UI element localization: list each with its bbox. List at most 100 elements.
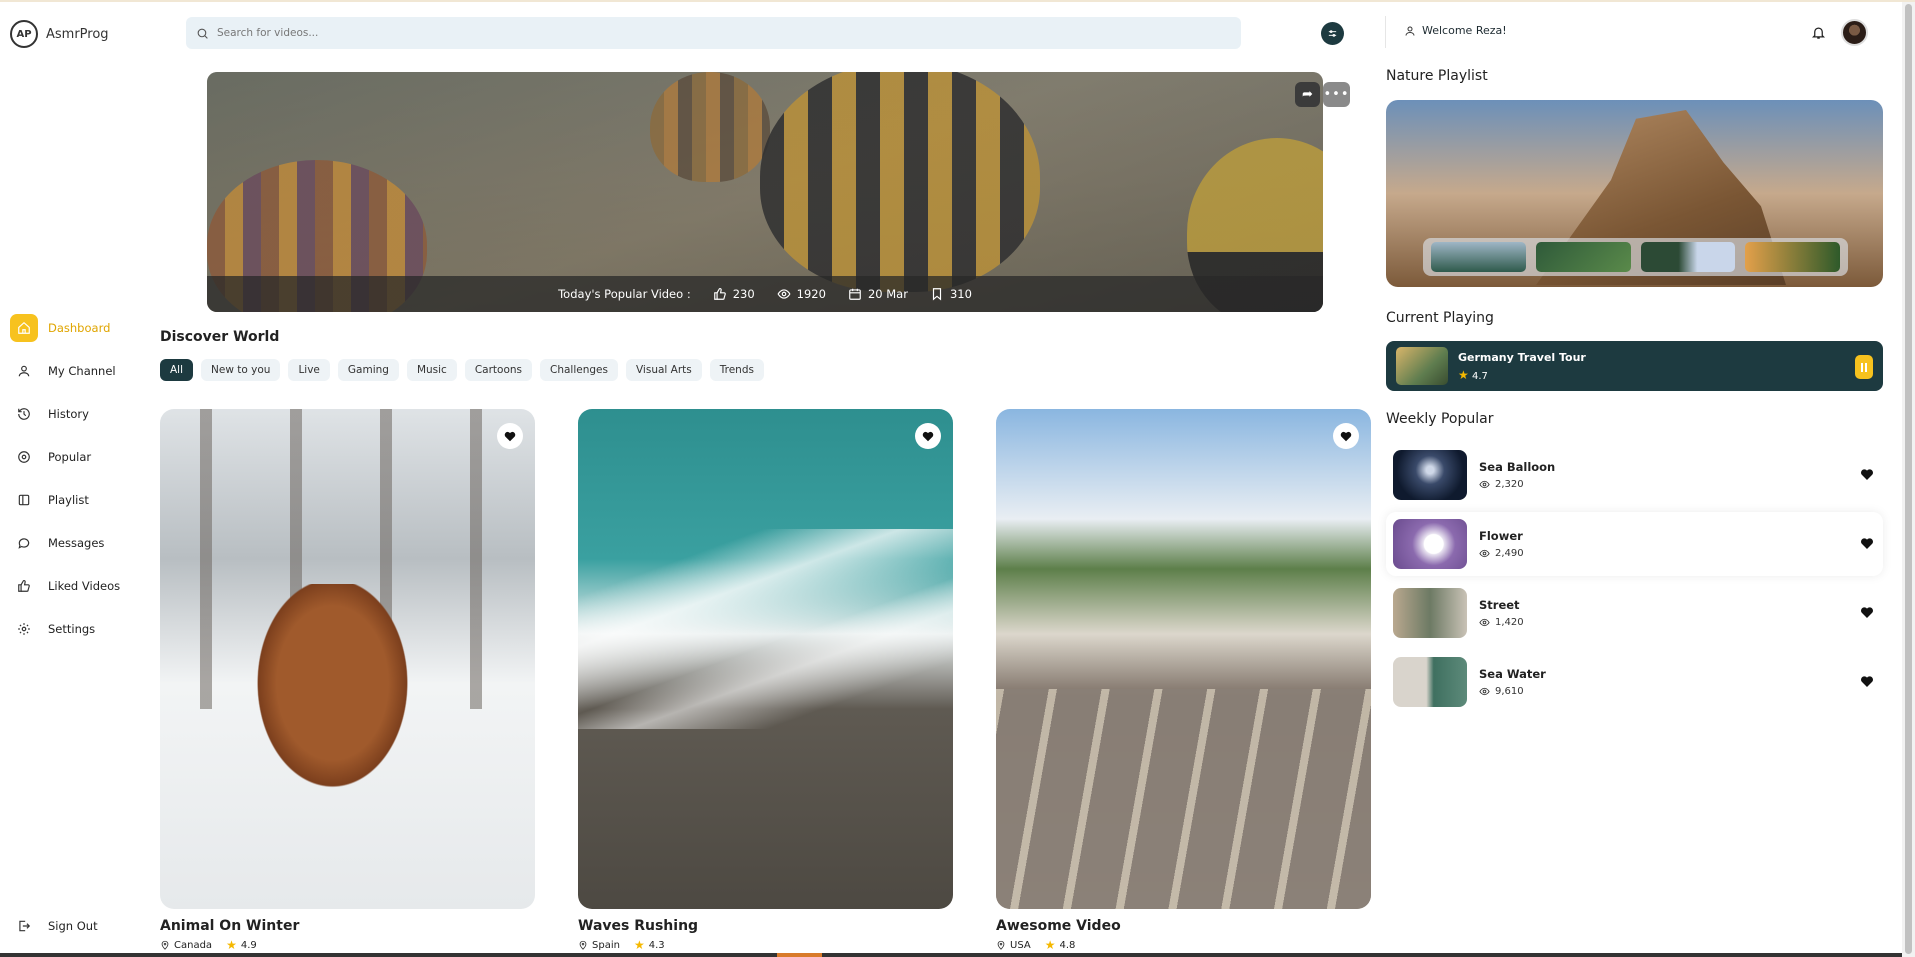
weekly-thumbnail [1393, 657, 1467, 707]
saves-stat[interactable]: 310 [930, 287, 972, 301]
video-card[interactable]: Animal On Winter Canada ★ 4.9 [160, 409, 535, 952]
favorite-button[interactable] [1333, 423, 1359, 449]
rating: ★ 4.3 [634, 938, 665, 952]
sidebar-item-label: My Channel [48, 364, 116, 378]
weekly-item[interactable]: Sea Balloon 2,320 [1386, 443, 1883, 507]
search-icon [197, 28, 208, 39]
rating: ★ 4.9 [226, 938, 257, 952]
sidebar-item-dashboard[interactable]: Dashboard [10, 312, 140, 344]
chip-new-to-you[interactable]: New to you [201, 359, 281, 381]
weekly-info: Flower 2,490 [1479, 529, 1524, 559]
chip-gaming[interactable]: Gaming [337, 359, 399, 381]
sidebar-item-history[interactable]: History [10, 398, 140, 430]
weekly-item[interactable]: Flower 2,490 [1386, 512, 1883, 576]
weekly-title: Sea Balloon [1479, 460, 1556, 474]
chip-trends[interactable]: Trends [709, 359, 764, 381]
sidebar-item-label: History [48, 407, 89, 421]
app-logo[interactable]: AP AsmrProg [10, 20, 109, 48]
video-thumbnail[interactable] [996, 409, 1371, 909]
sidebar-item-popular[interactable]: Popular [10, 441, 140, 473]
chip-cartoons[interactable]: Cartoons [464, 359, 533, 381]
pause-button[interactable] [1855, 355, 1873, 379]
sidebar-item-playlist[interactable]: Playlist [10, 484, 140, 516]
chip-all[interactable]: All [160, 359, 194, 381]
favorite-button[interactable] [1859, 673, 1875, 689]
popular-video-banner[interactable]: Today's Popular Video : 230 1920 20 Mar … [207, 72, 1323, 312]
sign-out-label: Sign Out [48, 919, 98, 933]
balloon-image [760, 72, 1040, 292]
sign-out-button[interactable]: Sign Out [10, 910, 140, 942]
progress-indicator [777, 953, 822, 957]
chip-challenges[interactable]: Challenges [540, 359, 618, 381]
history-icon [10, 400, 38, 428]
playlist-thumb[interactable] [1535, 242, 1631, 272]
notifications-button[interactable] [1807, 21, 1829, 43]
rating-value: 4.7 [1471, 370, 1488, 382]
playlist-thumb[interactable] [1640, 242, 1736, 272]
views-stat: 1920 [777, 287, 826, 301]
current-playing-title: Current Playing [1386, 310, 1494, 326]
chip-music[interactable]: Music [406, 359, 457, 381]
star-icon: ★ [633, 938, 645, 952]
banner-stats-bar: Today's Popular Video : 230 1920 20 Mar … [207, 276, 1323, 312]
more-options-button[interactable]: ••• [1323, 82, 1350, 107]
user-icon [1405, 26, 1415, 36]
favorite-button[interactable] [1859, 535, 1875, 551]
header-divider [1385, 16, 1386, 48]
scrollbar-thumb[interactable] [1905, 4, 1912, 954]
chip-live[interactable]: Live [288, 359, 330, 381]
video-thumbnail[interactable] [160, 409, 535, 909]
sidebar-item-label: Messages [48, 536, 105, 550]
sidebar-item-messages[interactable]: Messages [10, 527, 140, 559]
favorite-button[interactable] [1859, 604, 1875, 620]
playlist-thumb[interactable] [1745, 242, 1840, 272]
views-count: 2,490 [1495, 548, 1524, 559]
saves-count: 310 [949, 287, 972, 301]
heart-icon [922, 431, 934, 442]
sidebar-item-settings[interactable]: Settings [10, 613, 140, 645]
sidebar-item-my-channel[interactable]: My Channel [10, 355, 140, 387]
favorite-button[interactable] [915, 423, 941, 449]
search-input[interactable] [217, 27, 1210, 39]
nature-playlist-title: Nature Playlist [1386, 68, 1488, 84]
thumbs-up-icon [713, 288, 726, 300]
location-pin-icon [579, 940, 587, 950]
sidebar-item-label: Dashboard [48, 321, 111, 335]
filter-button[interactable] [1321, 22, 1344, 45]
user-icon [10, 357, 38, 385]
avatar[interactable] [1841, 19, 1868, 46]
video-thumbnail[interactable] [578, 409, 953, 909]
chip-visual-arts[interactable]: Visual Arts [625, 359, 702, 381]
share-icon: ➦ [1302, 87, 1313, 102]
sidebar-item-liked-videos[interactable]: Liked Videos [10, 570, 140, 602]
current-info: Germany Travel Tour ★ 4.7 [1458, 351, 1586, 382]
heart-icon [1861, 469, 1873, 480]
weekly-title: Sea Water [1479, 667, 1546, 681]
weekly-views: 2,490 [1479, 548, 1524, 559]
nature-playlist-card[interactable] [1386, 100, 1883, 287]
likes-stat[interactable]: 230 [713, 287, 755, 301]
video-card[interactable]: Waves Rushing Spain ★ 4.3 [578, 409, 953, 952]
playlist-thumb[interactable] [1431, 242, 1526, 272]
bell-icon [1811, 27, 1825, 39]
favorite-button[interactable] [497, 423, 523, 449]
sliders-icon [1328, 30, 1337, 37]
favorite-button[interactable] [1859, 466, 1875, 482]
heart-icon [1340, 431, 1352, 442]
message-icon [10, 529, 38, 557]
weekly-item[interactable]: Street 1,420 [1386, 581, 1883, 645]
weekly-item[interactable]: Sea Water 9,610 [1386, 650, 1883, 714]
current-playing-card[interactable]: Germany Travel Tour ★ 4.7 [1386, 341, 1883, 391]
sidebar-item-label: Popular [48, 450, 92, 464]
heart-icon [1861, 676, 1873, 687]
pause-icon [1861, 362, 1863, 372]
bottom-progress-bar [0, 953, 1902, 957]
weekly-title: Street [1479, 598, 1520, 612]
cow-image [245, 584, 420, 804]
eye-icon [777, 289, 791, 299]
page-scrollbar[interactable] [1902, 2, 1915, 957]
share-button[interactable]: ➦ [1295, 82, 1320, 107]
views-count: 1920 [796, 287, 826, 301]
sidebar-nav: Dashboard My Channel History Popular Pla… [10, 312, 140, 656]
video-card[interactable]: Awesome Video USA ★ 4.8 [996, 409, 1371, 952]
